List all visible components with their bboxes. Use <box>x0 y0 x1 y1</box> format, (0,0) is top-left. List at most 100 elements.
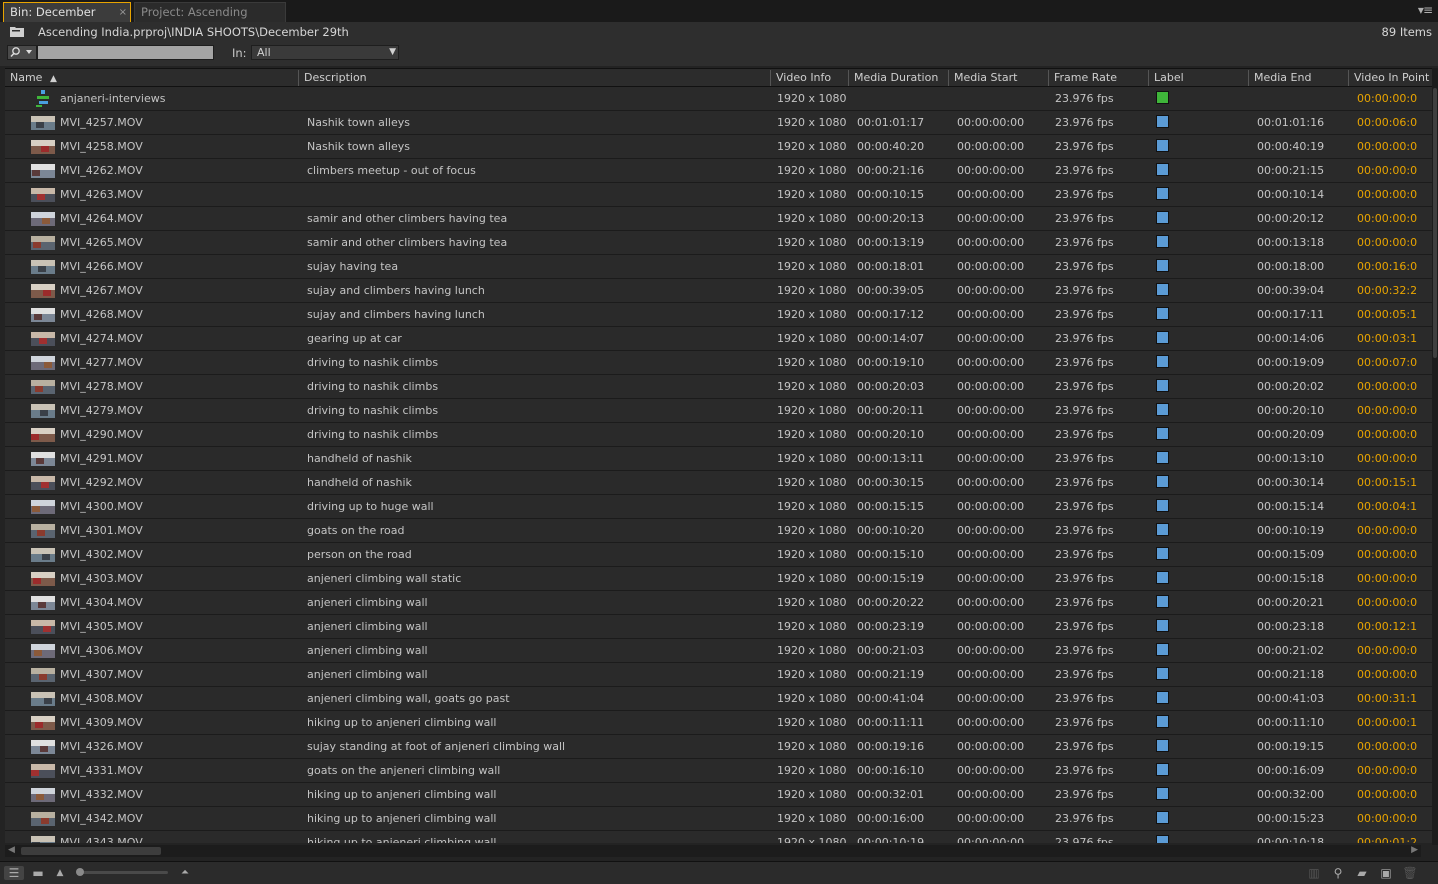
table-row[interactable]: MVI_4303.MOV anjeneri climbing wall stati… <box>5 567 1432 591</box>
list-view-icon[interactable]: ☰ <box>4 866 24 880</box>
label-color-swatch[interactable] <box>1156 187 1169 200</box>
label-color-swatch[interactable] <box>1156 211 1169 224</box>
clip-name-cell[interactable]: MVI_4257.MOV <box>60 116 143 129</box>
scroll-right-icon[interactable]: ▶ <box>1411 845 1418 855</box>
icon-view-icon[interactable]: ▬ <box>30 866 46 880</box>
clip-name-cell[interactable]: MVI_4342.MOV <box>60 812 143 825</box>
label-color-swatch[interactable] <box>1156 547 1169 560</box>
table-row[interactable]: MVI_4292.MOV handheld of nashik 1920 x 108… <box>5 471 1432 495</box>
label-color-swatch[interactable] <box>1156 451 1169 464</box>
clip-name-cell[interactable]: MVI_4302.MOV <box>60 548 143 561</box>
label-color-swatch[interactable] <box>1156 595 1169 608</box>
new-item-icon[interactable]: ▣ <box>1378 866 1394 880</box>
close-icon[interactable]: × <box>119 3 127 22</box>
automate-to-sequence-icon[interactable]: ▥ <box>1305 866 1323 880</box>
clip-name-cell[interactable]: MVI_4326.MOV <box>60 740 143 753</box>
table-row[interactable]: MVI_4265.MOV samir and other climbers hav… <box>5 231 1432 255</box>
clip-name-cell[interactable]: MVI_4268.MOV <box>60 308 143 321</box>
new-bin-icon[interactable]: ▰ <box>1354 866 1370 880</box>
label-color-swatch[interactable] <box>1156 691 1169 704</box>
table-row[interactable]: anjaneri-interviews 1920 x 1080 23.976 fps… <box>5 87 1432 111</box>
col-video-in-point[interactable]: Video In Point <box>1354 71 1429 84</box>
table-row[interactable]: MVI_4306.MOV anjeneri climbing wall 1920 x… <box>5 639 1432 663</box>
table-row[interactable]: MVI_4304.MOV anjeneri climbing wall 1920 x… <box>5 591 1432 615</box>
label-color-swatch[interactable] <box>1156 163 1169 176</box>
table-row[interactable]: MVI_4263.MOV 1920 x 1080 00:00:10:15 00:00:… <box>5 183 1432 207</box>
search-options-button[interactable] <box>7 45 37 60</box>
label-color-swatch[interactable] <box>1156 235 1169 248</box>
col-frame-rate[interactable]: Frame Rate <box>1054 71 1117 84</box>
col-name[interactable]: Name ▲ <box>10 71 57 84</box>
clip-name-cell[interactable]: MVI_4301.MOV <box>60 524 143 537</box>
table-row[interactable]: MVI_4342.MOV hiking up to anjeneri climbi… <box>5 807 1432 831</box>
clip-name-cell[interactable]: MVI_4343.MOV <box>60 836 143 843</box>
label-color-swatch[interactable] <box>1156 283 1169 296</box>
clip-name-cell[interactable]: MVI_4300.MOV <box>60 500 143 513</box>
label-color-swatch[interactable] <box>1156 667 1169 680</box>
label-color-swatch[interactable] <box>1156 91 1169 104</box>
clip-name-cell[interactable]: MVI_4309.MOV <box>60 716 143 729</box>
zoom-slider-handle[interactable] <box>76 868 84 876</box>
label-color-swatch[interactable] <box>1156 763 1169 776</box>
label-color-swatch[interactable] <box>1156 307 1169 320</box>
folder-up-icon[interactable] <box>10 26 24 37</box>
col-media-duration[interactable]: Media Duration <box>854 71 938 84</box>
table-row[interactable]: MVI_4264.MOV samir and other climbers hav… <box>5 207 1432 231</box>
col-label[interactable]: Label <box>1154 71 1184 84</box>
table-row[interactable]: MVI_4301.MOV goats on the road 1920 x 1080… <box>5 519 1432 543</box>
find-icon[interactable]: ⚲ <box>1330 866 1346 880</box>
in-filter-select[interactable]: All ▼ <box>251 45 399 60</box>
clip-name-cell[interactable]: MVI_4291.MOV <box>60 452 143 465</box>
label-color-swatch[interactable] <box>1156 259 1169 272</box>
table-row[interactable]: MVI_4258.MOV Nashik town alleys 1920 x 108… <box>5 135 1432 159</box>
table-row[interactable]: MVI_4300.MOV driving up to huge wall 1920 … <box>5 495 1432 519</box>
panel-menu-icon[interactable]: ▾≡ <box>1418 3 1433 17</box>
clip-name-cell[interactable]: MVI_4264.MOV <box>60 212 143 225</box>
clip-name-cell[interactable]: MVI_4304.MOV <box>60 596 143 609</box>
label-color-swatch[interactable] <box>1156 571 1169 584</box>
table-row[interactable]: MVI_4331.MOV goats on the anjeneri climbi… <box>5 759 1432 783</box>
clip-name-cell[interactable]: MVI_4331.MOV <box>60 764 143 777</box>
table-row[interactable]: MVI_4291.MOV handheld of nashik 1920 x 108… <box>5 447 1432 471</box>
table-row[interactable]: MVI_4332.MOV hiking up to anjeneri climbi… <box>5 783 1432 807</box>
clip-name-cell[interactable]: MVI_4308.MOV <box>60 692 143 705</box>
table-row[interactable]: MVI_4278.MOV driving to nashik climbs 1920… <box>5 375 1432 399</box>
table-row[interactable]: MVI_4277.MOV driving to nashik climbs 1920… <box>5 351 1432 375</box>
label-color-swatch[interactable] <box>1156 811 1169 824</box>
tab-bin[interactable]: Bin: December 29th × <box>3 2 131 38</box>
col-media-end[interactable]: Media End <box>1254 71 1311 84</box>
table-row[interactable]: MVI_4305.MOV anjeneri climbing wall 1920 x… <box>5 615 1432 639</box>
label-color-swatch[interactable] <box>1156 403 1169 416</box>
label-color-swatch[interactable] <box>1156 619 1169 632</box>
clip-name-cell[interactable]: MVI_4303.MOV <box>60 572 143 585</box>
clip-name-cell[interactable]: MVI_4277.MOV <box>60 356 143 369</box>
clip-name-cell[interactable]: MVI_4258.MOV <box>60 140 143 153</box>
table-row[interactable]: MVI_4267.MOV sujay and climbers having lu… <box>5 279 1432 303</box>
label-color-swatch[interactable] <box>1156 379 1169 392</box>
label-color-swatch[interactable] <box>1156 355 1169 368</box>
col-media-start[interactable]: Media Start <box>954 71 1017 84</box>
table-row[interactable]: MVI_4268.MOV sujay and climbers having lu… <box>5 303 1432 327</box>
label-color-swatch[interactable] <box>1156 523 1169 536</box>
label-color-swatch[interactable] <box>1156 115 1169 128</box>
table-row[interactable]: MVI_4257.MOV Nashik town alleys 1920 x 108… <box>5 111 1432 135</box>
table-row[interactable]: MVI_4262.MOV climbers meetup - out of foc… <box>5 159 1432 183</box>
clip-name-cell[interactable]: MVI_4305.MOV <box>60 620 143 633</box>
label-color-swatch[interactable] <box>1156 331 1169 344</box>
table-row[interactable]: MVI_4343.MOV hiking up to anjeneri climbi… <box>5 831 1432 843</box>
trash-icon[interactable]: 🗑 <box>1402 866 1418 880</box>
vertical-scrollbar[interactable] <box>1432 68 1438 845</box>
table-row[interactable]: MVI_4302.MOV person on the road 1920 x 108… <box>5 543 1432 567</box>
zoom-slider[interactable] <box>80 871 168 874</box>
clip-name-cell[interactable]: MVI_4266.MOV <box>60 260 143 273</box>
label-color-swatch[interactable] <box>1156 643 1169 656</box>
clip-name-cell[interactable]: MVI_4332.MOV <box>60 788 143 801</box>
table-row[interactable]: MVI_4326.MOV sujay standing at foot of an… <box>5 735 1432 759</box>
clip-name-cell[interactable]: MVI_4279.MOV <box>60 404 143 417</box>
scroll-left-icon[interactable]: ◀ <box>8 845 15 855</box>
table-row[interactable]: MVI_4309.MOV hiking up to anjeneri climbi… <box>5 711 1432 735</box>
clip-name-cell[interactable]: MVI_4292.MOV <box>60 476 143 489</box>
table-row[interactable]: MVI_4308.MOV anjeneri climbing wall, goat… <box>5 687 1432 711</box>
table-row[interactable]: MVI_4307.MOV anjeneri climbing wall 1920 x… <box>5 663 1432 687</box>
clip-name-cell[interactable]: MVI_4265.MOV <box>60 236 143 249</box>
